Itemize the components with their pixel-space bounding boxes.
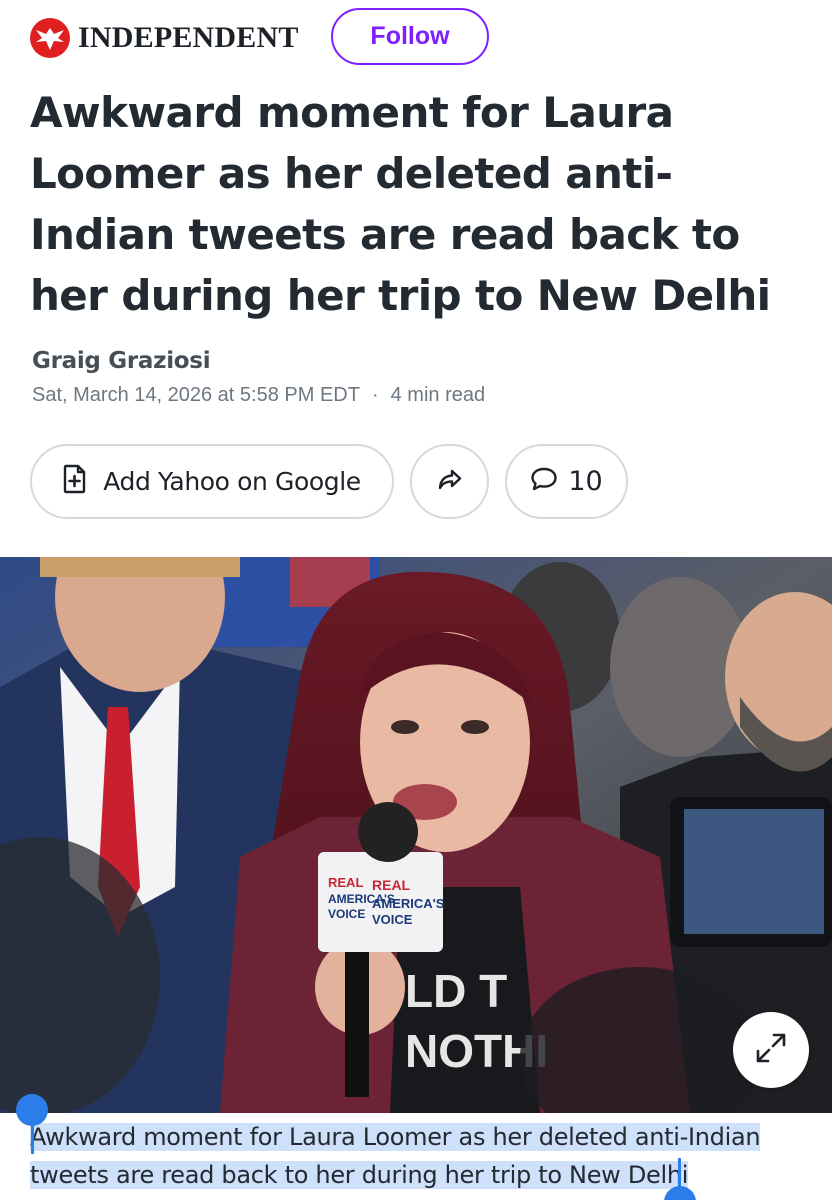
comment-count: 10 <box>568 466 603 497</box>
svg-text:REAL: REAL <box>372 877 411 893</box>
article-title: Awkward moment for Laura Loomer as her d… <box>30 88 771 320</box>
photo-caption[interactable]: Awkward moment for Laura Loomer as her d… <box>30 1118 810 1194</box>
share-button[interactable] <box>410 444 489 519</box>
article-meta: Sat, March 14, 2026 at 5:58 PM EDT · 4 m… <box>32 384 485 407</box>
svg-text:LD T: LD T <box>405 965 507 1017</box>
read-time: 4 min read <box>390 384 486 406</box>
meta-separator: · <box>371 384 379 406</box>
svg-text:VOICE: VOICE <box>328 907 365 921</box>
brand-name: INDEPENDENT <box>78 21 299 54</box>
publish-date: Sat, March 14, 2026 at 5:58 PM EDT <box>32 384 360 406</box>
author-name[interactable]: Graig Graziosi <box>32 348 211 374</box>
selected-caption-text[interactable]: Awkward moment for Laura Loomer as her d… <box>30 1123 761 1189</box>
svg-text:REAL: REAL <box>328 875 363 890</box>
article-photo[interactable]: LD T NOTHI REAL AMERICA'S VOICE REAL AME… <box>0 557 832 1113</box>
share-icon <box>437 467 463 496</box>
article-photo-image: LD T NOTHI REAL AMERICA'S VOICE REAL AME… <box>0 557 832 1113</box>
independent-logo[interactable]: INDEPENDENT <box>30 17 299 59</box>
eagle-logo-icon <box>30 18 70 58</box>
add-yahoo-label: Add Yahoo on Google <box>103 467 361 496</box>
add-document-icon <box>63 464 87 499</box>
selection-start-handle[interactable] <box>16 1094 48 1126</box>
comments-button[interactable]: 10 <box>505 444 628 519</box>
comment-bubble-icon <box>530 466 558 497</box>
follow-button[interactable]: Follow <box>331 8 489 65</box>
svg-text:AMERICA'S: AMERICA'S <box>372 896 445 911</box>
svg-text:VOICE: VOICE <box>372 912 413 927</box>
add-yahoo-on-google-button[interactable]: Add Yahoo on Google <box>30 444 394 519</box>
expand-photo-button[interactable] <box>733 1012 809 1088</box>
header: INDEPENDENT Follow <box>0 0 832 80</box>
expand-icon <box>754 1031 788 1070</box>
